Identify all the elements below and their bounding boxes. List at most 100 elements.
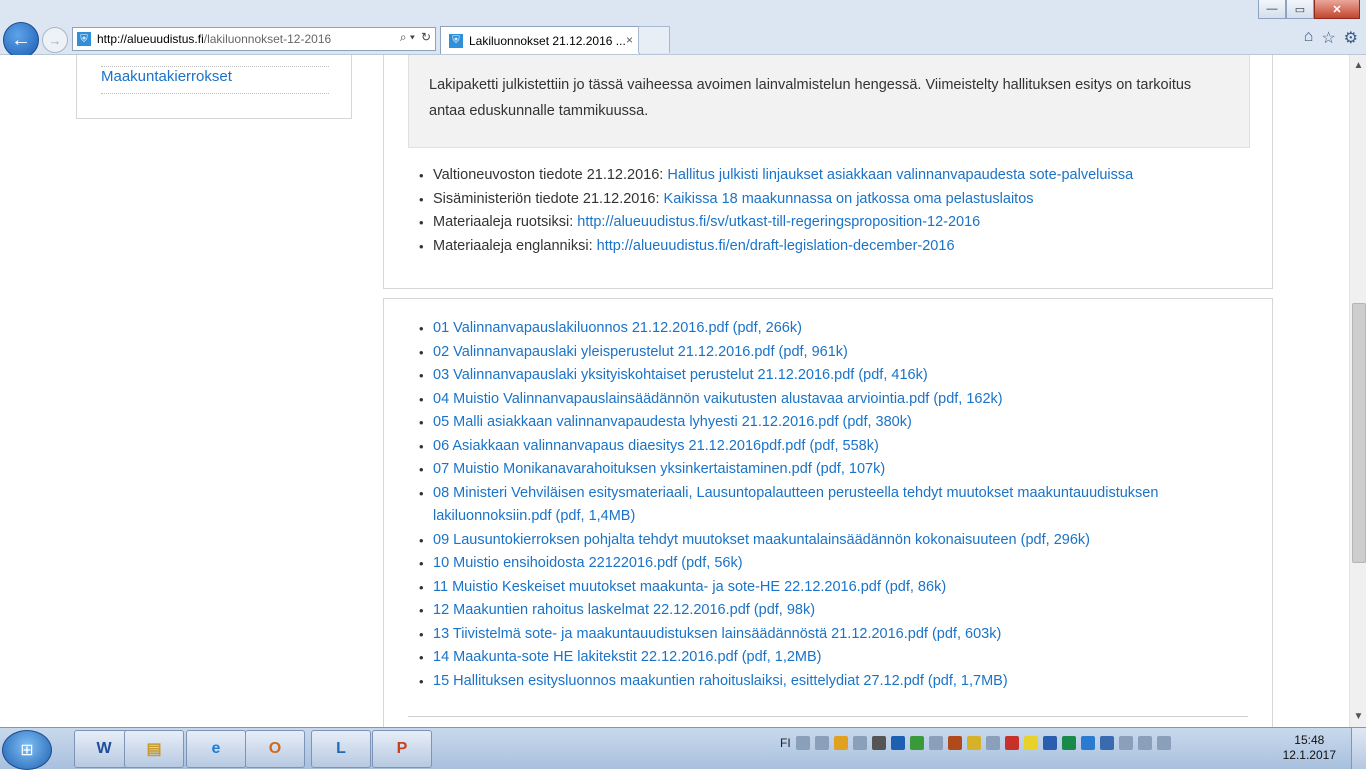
file-link[interactable]: 09 Lausuntokierroksen pohjalta tehdyt mu…	[433, 532, 1090, 548]
file-link[interactable]: 03 Valinnanvapauslaki yksityiskohtaiset …	[433, 367, 928, 383]
grid-app-icon[interactable]	[1023, 736, 1038, 750]
security-icon[interactable]	[909, 736, 924, 750]
f-app-icon[interactable]	[871, 736, 886, 750]
scrollbar-thumb[interactable]	[1352, 303, 1366, 563]
file-link[interactable]: 07 Muistio Monikanavarahoituksen yksinke…	[433, 461, 885, 477]
clock-time: 15:48	[1294, 733, 1325, 747]
app-tray-icon[interactable]	[947, 736, 962, 750]
related-link[interactable]: Hallitus julkisti linjaukset asiakkaan v…	[667, 167, 1133, 183]
network-share-icon[interactable]	[1099, 736, 1114, 750]
related-prefix: Materiaaleja englanniksi:	[433, 237, 597, 254]
file-link[interactable]: 08 Ministeri Vehviläisen esitysmateriaal…	[433, 485, 1158, 525]
favorites-star-icon[interactable]: ☆	[1321, 28, 1335, 48]
sidebar-nav: Maakuntauudistuksen valmistelu Maakuntak…	[76, 55, 352, 119]
minimize-button[interactable]: —	[1258, 0, 1286, 19]
show-desktop-button[interactable]	[1351, 728, 1366, 769]
list-item: Valtioneuvoston tiedote 21.12.2016: Hall…	[419, 164, 1133, 188]
o-app-icon[interactable]	[966, 736, 981, 750]
list-item: 14 Maakunta-sote HE lakitekstit 22.12.20…	[419, 646, 1209, 670]
file-link[interactable]: 13 Tiivistelmä sote- ja maakuntauudistuk…	[433, 626, 1001, 642]
related-link[interactable]: Kaikissa 18 maakunnassa on jatkossa oma …	[664, 191, 1034, 207]
sidebar-item-maakuntauudistuksen-valmistelu[interactable]: Maakuntauudistuksen valmistelu	[101, 55, 329, 67]
file-link[interactable]: 11 Muistio Keskeiset muutokset maakunta-…	[433, 579, 946, 595]
window-controls: — ▭ ✕	[1258, 0, 1360, 19]
browser-chrome: — ▭ ✕ ← → ⛨ http://alueuudistus.fi/lakil…	[0, 0, 1366, 58]
clock-date: 12.1.2017	[1282, 748, 1336, 762]
tab-lakiluonnokset[interactable]: ⛨ Lakiluonnokset 21.12.2016 ... ×	[440, 26, 640, 54]
taskbar-app-ie[interactable]: e	[186, 730, 246, 768]
file-link[interactable]: 01 Valinnanvapauslakiluonnos 21.12.2016.…	[433, 320, 802, 336]
file-link[interactable]: 04 Muistio Valinnanvapauslainsäädännön v…	[433, 391, 1003, 407]
explorer-icon: ▤	[146, 741, 162, 758]
scroll-up-icon[interactable]: ▲	[1350, 57, 1366, 74]
outlook-icon: O	[268, 740, 282, 757]
content-box-files: 01 Valinnanvapauslakiluonnos 21.12.2016.…	[383, 298, 1273, 727]
list-item: 02 Valinnanvapauslaki yleisperustelut 21…	[419, 341, 1209, 365]
volume-icon[interactable]	[1137, 736, 1152, 750]
display-icon[interactable]	[928, 736, 943, 750]
list-item: 07 Muistio Monikanavarahoituksen yksinke…	[419, 458, 1209, 482]
taskbar-app-lync[interactable]: L	[311, 730, 371, 768]
related-links-list: Valtioneuvoston tiedote 21.12.2016: Hall…	[419, 164, 1133, 258]
taskbar-app-outlook[interactable]: O	[245, 730, 305, 768]
file-link[interactable]: 02 Valinnanvapauslaki yleisperustelut 21…	[433, 344, 848, 360]
shield-icon[interactable]	[1042, 736, 1057, 750]
gear-icon[interactable]: ⚙	[1344, 28, 1358, 48]
windows-taskbar: ⊞ W ▤ e O L P FI 15:48 12.1.2017	[0, 727, 1366, 770]
forward-button[interactable]: →	[42, 27, 68, 53]
related-link[interactable]: http://alueuudistus.fi/sv/utkast-till-re…	[577, 214, 980, 230]
list-item: 12 Maakuntien rahoitus laskelmat 22.12.2…	[419, 599, 1209, 623]
page-scrollbar[interactable]: ▲ ▼	[1349, 55, 1366, 727]
restore-button[interactable]: ▭	[1286, 0, 1314, 19]
file-link[interactable]: 14 Maakunta-sote HE lakitekstit 22.12.20…	[433, 649, 822, 665]
windows-logo-icon: ⊞	[20, 742, 34, 759]
notification-icon[interactable]	[833, 736, 848, 750]
cloud-icon[interactable]	[1080, 736, 1095, 750]
sync-icon[interactable]	[1061, 736, 1076, 750]
battery-icon[interactable]	[814, 736, 829, 750]
related-prefix: Sisäministeriön tiedote 21.12.2016:	[433, 190, 664, 207]
related-prefix: Materiaaleja ruotsiksi:	[433, 214, 578, 230]
signal-icon[interactable]	[1156, 736, 1171, 750]
list-item: 08 Ministeri Vehviläisen esitysmateriaal…	[419, 482, 1209, 529]
printer-icon[interactable]	[985, 736, 1000, 750]
keyboard-icon[interactable]	[795, 736, 810, 750]
sidebar-item-maakuntakierrokset[interactable]: Maakuntakierrokset	[101, 68, 329, 94]
divider	[408, 716, 1248, 717]
back-button[interactable]: ←	[3, 22, 39, 58]
start-button[interactable]: ⊞	[2, 730, 52, 770]
pen-icon[interactable]	[852, 736, 867, 750]
arrow-right-icon: →	[48, 32, 62, 48]
bluetooth-icon[interactable]	[890, 736, 905, 750]
taskbar-app-powerpoint[interactable]: P	[372, 730, 432, 768]
scroll-down-icon[interactable]: ▼	[1350, 708, 1366, 725]
file-list: 01 Valinnanvapauslakiluonnos 21.12.2016.…	[419, 317, 1209, 693]
file-link[interactable]: 12 Maakuntien rahoitus laskelmat 22.12.2…	[433, 602, 815, 618]
address-bar[interactable]: ⛨ http://alueuudistus.fi/lakiluonnokset-…	[72, 27, 436, 51]
new-tab-button[interactable]	[638, 26, 670, 53]
file-link[interactable]: 05 Malli asiakkaan valinnanvapaudesta ly…	[433, 414, 912, 430]
refresh-icon[interactable]: ↻	[421, 30, 431, 45]
list-item: 01 Valinnanvapauslakiluonnos 21.12.2016.…	[419, 317, 1209, 341]
list-item: 03 Valinnanvapauslaki yksityiskohtaiset …	[419, 364, 1209, 388]
home-icon[interactable]: ⌂	[1304, 28, 1314, 48]
content-box-intro: Lakipaketti julkistettiin jo tässä vaihe…	[383, 55, 1273, 289]
flag-icon[interactable]	[1118, 736, 1133, 750]
note-text: Lakipaketti julkistettiin jo tässä vaihe…	[429, 77, 1192, 119]
page-viewport: Maakuntauudistuksen valmistelu Maakuntak…	[0, 55, 1349, 727]
close-window-button[interactable]: ✕	[1314, 0, 1360, 19]
taskbar-app-explorer[interactable]: ▤	[124, 730, 184, 768]
tab-close-icon[interactable]: ×	[626, 33, 633, 47]
file-link[interactable]: 15 Hallituksen esitysluonnos maakuntien …	[433, 673, 1008, 689]
file-link[interactable]: 10 Muistio ensihoidosta 22122016.pdf (pd…	[433, 555, 743, 571]
list-item: 11 Muistio Keskeiset muutokset maakunta-…	[419, 576, 1209, 600]
system-clock[interactable]: 15:48 12.1.2017	[1283, 733, 1336, 763]
related-link[interactable]: http://alueuudistus.fi/en/draft-legislat…	[597, 238, 955, 254]
url-domain: alueuudistus.fi	[127, 32, 204, 46]
list-item: 09 Lausuntokierroksen pohjalta tehdyt mu…	[419, 529, 1209, 553]
search-icon[interactable]: ⌕ ▾	[400, 30, 415, 45]
browser-toolbar-icons: ⌂ ☆ ⚙	[1304, 28, 1358, 48]
antivirus-icon[interactable]	[1004, 736, 1019, 750]
file-link[interactable]: 06 Asiakkaan valinnanvapaus diaesitys 21…	[433, 438, 879, 454]
language-indicator[interactable]: FI	[780, 736, 791, 750]
